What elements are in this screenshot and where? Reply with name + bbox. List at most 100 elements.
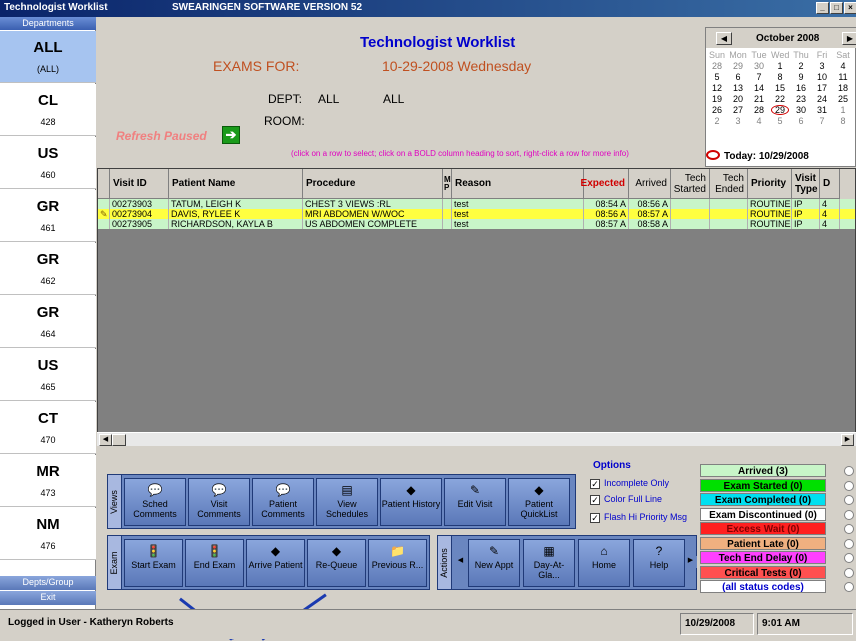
column-header[interactable]: Priority [748, 169, 792, 199]
column-header[interactable]: Patient Name [169, 169, 303, 199]
status-tech-end-delay[interactable]: Tech End Delay (0) [700, 551, 826, 564]
home-button[interactable]: ⌂ Home [578, 539, 630, 587]
patient-comments-button[interactable]: 💬 Patient Comments [252, 478, 314, 526]
sched-comments-button[interactable]: 💬 Sched Comments [124, 478, 186, 526]
calendar-day[interactable]: 3 [729, 116, 747, 126]
table-row[interactable]: 00273903 TATUM, LEIGH K CHEST 3 VIEWS :RL t… [98, 199, 855, 209]
calendar-day[interactable]: 29 [729, 61, 747, 71]
column-header[interactable]: Visit Type [792, 169, 820, 199]
sidebar-item-ct[interactable]: CT 470 [0, 402, 96, 454]
column-header[interactable] [98, 169, 110, 199]
calendar-day[interactable]: 7 [813, 116, 831, 126]
calendar-day[interactable]: 8 [771, 72, 789, 82]
next-month-button[interactable]: ▶ [842, 32, 856, 45]
exit-button[interactable]: Exit [0, 591, 96, 605]
re-queue-button[interactable]: ◆ Re-Queue [307, 539, 366, 587]
table-row[interactable]: 00273905 RICHARDSON, KAYLA B US ABDOMEN CO… [98, 219, 855, 229]
column-header[interactable]: Tech Ended [710, 169, 748, 199]
calendar-day[interactable]: 5 [771, 116, 789, 126]
calendar-day[interactable]: 9 [792, 72, 810, 82]
prev-month-button[interactable]: ◀ [716, 32, 732, 45]
calendar-day[interactable]: 17 [813, 83, 831, 93]
day-at-gla-button[interactable]: ▦ Day-At-Gla... [523, 539, 575, 587]
scroll-thumb[interactable] [112, 434, 126, 446]
sidebar-item-all[interactable]: ALL (ALL) [0, 31, 96, 83]
status-radio[interactable] [844, 509, 854, 520]
column-header[interactable]: Visit ID [110, 169, 169, 199]
sidebar-item-cl[interactable]: CL 428 [0, 84, 96, 136]
visit-comments-button[interactable]: 💬 Visit Comments [188, 478, 250, 526]
column-header[interactable]: Procedure [303, 169, 443, 199]
calendar-day[interactable]: 2 [792, 61, 810, 71]
calendar-day[interactable]: 14 [750, 83, 768, 93]
close-button[interactable]: × [844, 2, 856, 14]
column-header[interactable]: Tech Started [671, 169, 710, 199]
previous-r-button[interactable]: 📁 Previous R... [368, 539, 427, 587]
calendar-day[interactable]: 19 [708, 94, 726, 104]
help-button[interactable]: ? Help [633, 539, 685, 587]
sidebar-item-gr[interactable]: GR 464 [0, 296, 96, 348]
sidebar-item-mr[interactable]: MR 473 [0, 455, 96, 507]
view-schedules-button[interactable]: ▤ View Schedules [316, 478, 378, 526]
scroll-left-icon[interactable]: ◀ [99, 434, 112, 446]
calendar-day[interactable]: 23 [792, 94, 810, 104]
sidebar-item-gr[interactable]: GR 462 [0, 243, 96, 295]
calendar-day[interactable]: 4 [750, 116, 768, 126]
status-excess-wait[interactable]: Excess Wait (0) [700, 522, 826, 535]
calendar-day[interactable]: 29 [771, 105, 789, 115]
calendar-day[interactable]: 8 [834, 116, 852, 126]
actions-scroll-left-icon[interactable]: ◀ [454, 556, 467, 568]
arrive-patient-button[interactable]: ◆ Arrive Patient [246, 539, 305, 587]
calendar-day[interactable]: 6 [729, 72, 747, 82]
calendar-day[interactable]: 26 [708, 105, 726, 115]
calendar-day[interactable]: 3 [813, 61, 831, 71]
calendar-day[interactable]: 28 [708, 61, 726, 71]
calendar-day[interactable]: 1 [834, 105, 852, 115]
calendar-day[interactable]: 25 [834, 94, 852, 104]
sidebar-item-gr[interactable]: GR 461 [0, 190, 96, 242]
status-arrived[interactable]: Arrived (3) [700, 464, 826, 477]
column-header[interactable]: D [820, 169, 840, 199]
calendar-day[interactable]: 7 [750, 72, 768, 82]
minimize-button[interactable]: _ [816, 2, 829, 14]
calendar-day[interactable]: 4 [834, 61, 852, 71]
calendar-day[interactable]: 10 [813, 72, 831, 82]
calendar-day[interactable]: 5 [708, 72, 726, 82]
status-radio[interactable] [844, 538, 854, 549]
today-label[interactable]: Today: 10/29/2008 [724, 151, 809, 162]
status-radio[interactable] [844, 524, 854, 534]
calendar-day[interactable]: 13 [729, 83, 747, 93]
calendar-day[interactable]: 6 [792, 116, 810, 126]
calendar-day[interactable]: 21 [750, 94, 768, 104]
status-radio[interactable] [844, 553, 854, 563]
calendar-day[interactable]: 28 [750, 105, 768, 115]
patient-quicklist-button[interactable]: ◆ Patient QuickList [508, 478, 570, 526]
column-header[interactable]: Arrived [629, 169, 671, 199]
start-exam-button[interactable]: 🚦 Start Exam [124, 539, 183, 587]
scroll-right-icon[interactable]: ▶ [841, 434, 854, 446]
sidebar-item-nm[interactable]: NM 476 [0, 508, 96, 560]
status-radio[interactable] [844, 567, 854, 578]
calendar-day[interactable]: 15 [771, 83, 789, 93]
option-incomplete-only[interactable]: ✓ Incomplete Only [590, 478, 669, 489]
edit-visit-button[interactable]: ✎ Edit Visit [444, 478, 506, 526]
calendar-day[interactable]: 18 [834, 83, 852, 93]
calendar-day[interactable]: 12 [708, 83, 726, 93]
option-flash-hi-priority[interactable]: ✓ Flash Hi Priority Msg [590, 512, 687, 523]
calendar-day[interactable]: 27 [729, 105, 747, 115]
option-color-full-line[interactable]: ✓ Color Full Line [590, 494, 662, 505]
depts-group-button[interactable]: Depts/Group [0, 576, 96, 590]
column-header[interactable]: Expected [581, 169, 629, 199]
calendar-day[interactable]: 30 [750, 61, 768, 71]
calendar-day[interactable]: 20 [729, 94, 747, 104]
horizontal-scrollbar[interactable]: ◀ ▶ [97, 432, 856, 446]
calendar-day[interactable]: 24 [813, 94, 831, 104]
new-appt-button[interactable]: ✎ New Appt [468, 539, 520, 587]
calendar-day[interactable]: 2 [708, 116, 726, 126]
status-patient-late[interactable]: Patient Late (0) [700, 536, 826, 550]
calendar-day[interactable]: 22 [771, 94, 789, 104]
patient-history-button[interactable]: ◆ Patient History [380, 478, 442, 526]
column-header[interactable]: Reason [452, 169, 584, 199]
column-header[interactable]: M P [443, 169, 452, 199]
status-radio[interactable] [844, 466, 854, 476]
